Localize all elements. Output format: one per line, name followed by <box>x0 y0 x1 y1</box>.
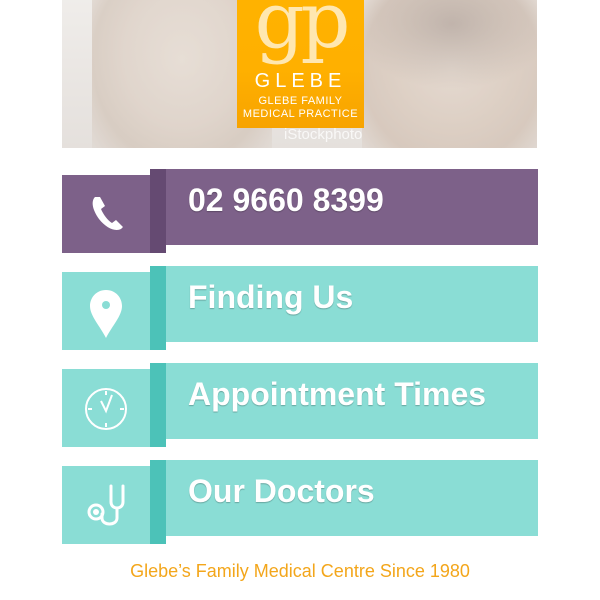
menu-item-icon-block <box>62 272 150 350</box>
logo-mark: gp <box>254 0 351 66</box>
stethoscope-icon <box>87 484 125 526</box>
menu-item-icon-block <box>62 466 150 544</box>
menu-item-appointment-times[interactable]: Appointment Times <box>62 363 538 447</box>
phone-icon <box>92 197 123 230</box>
menu-item-icon-block <box>62 369 150 447</box>
practice-logo[interactable]: gp GLEBE GLEBE FAMILY MEDICAL PRACTICE <box>237 0 364 128</box>
ribbon-fold <box>150 460 166 544</box>
logo-subtitle: GLEBE FAMILY MEDICAL PRACTICE <box>237 95 364 121</box>
clock-icon <box>85 388 127 430</box>
finding-us-label: Finding Us <box>188 279 354 315</box>
menu-item-phone[interactable]: 02 9660 8399 <box>62 169 538 253</box>
ribbon-fold <box>150 266 166 350</box>
logo-name: GLEBE <box>254 70 347 92</box>
our-doctors-label: Our Doctors <box>188 473 375 509</box>
location-pin-icon <box>90 290 122 338</box>
ribbon-fold <box>150 363 166 447</box>
menu-item-icon-block <box>62 175 150 253</box>
logo-subtitle-line-2: MEDICAL PRACTICE <box>242 108 359 120</box>
menu-item-our-doctors[interactable]: Our Doctors <box>62 460 538 544</box>
menu-item-finding-us[interactable]: Finding Us <box>62 266 538 350</box>
phone-number-label: 02 9660 8399 <box>188 182 384 218</box>
watermark-text: iStockphoto <box>284 126 363 143</box>
footer-tagline: Glebe’s Family Medical Centre Since 1980 <box>130 561 470 581</box>
ribbon-fold <box>150 169 166 253</box>
appointment-times-label: Appointment Times <box>188 376 487 412</box>
logo-subtitle-line-1: GLEBE FAMILY <box>258 95 343 107</box>
